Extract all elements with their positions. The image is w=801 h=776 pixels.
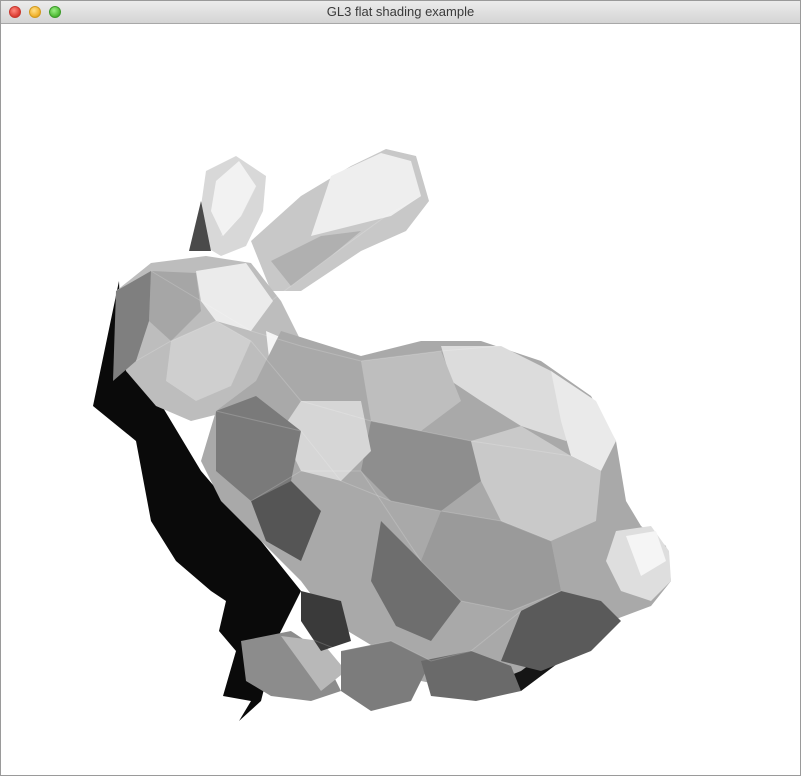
gl-viewport[interactable]: [1, 24, 800, 775]
title-bar[interactable]: GL3 flat shading example: [1, 1, 800, 24]
window-title: GL3 flat shading example: [326, 4, 475, 19]
app-window: GL3 flat shading example: [0, 0, 801, 776]
bunny-render: [93, 149, 671, 721]
bunny-mesh: [93, 149, 671, 721]
